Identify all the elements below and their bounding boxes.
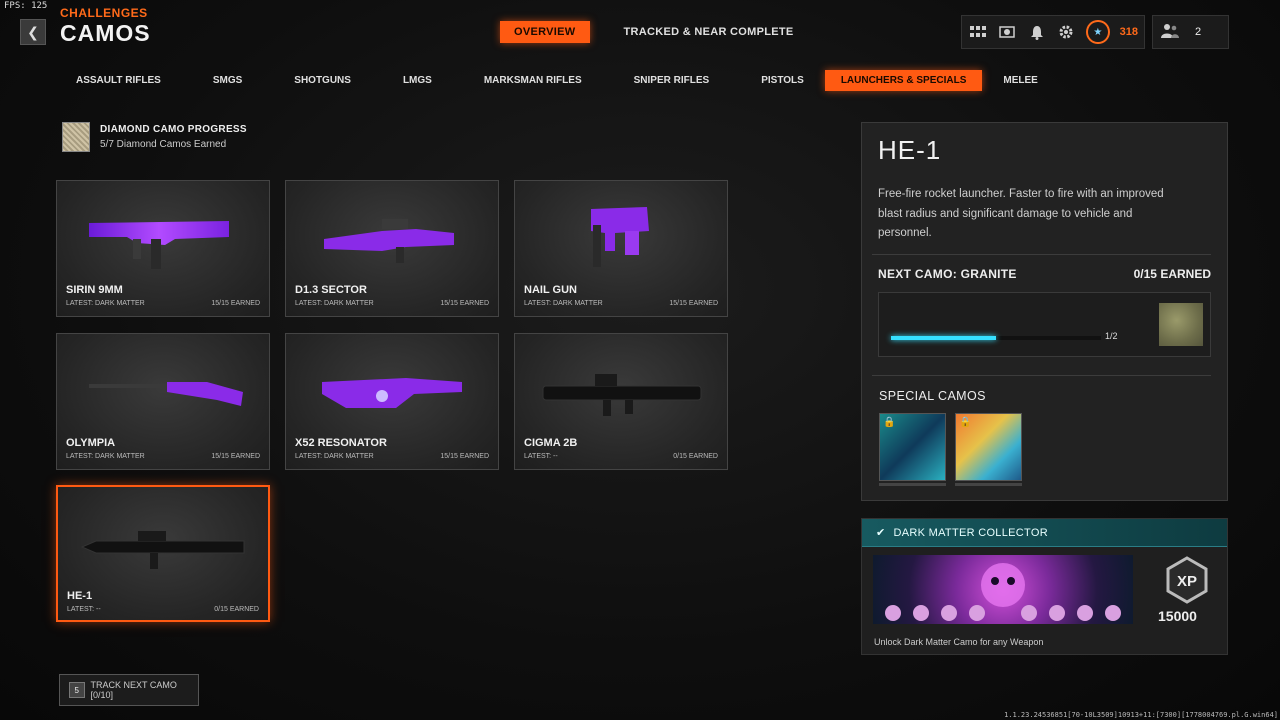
rocket-launcher-weapon-icon xyxy=(542,374,702,416)
progress-track xyxy=(891,336,1101,340)
tab-melee[interactable]: MELEE xyxy=(987,70,1053,91)
party-count: 2 xyxy=(1195,26,1202,38)
weapon-earned: 15/15 EARNED xyxy=(440,300,489,307)
shotgun-weapon-icon xyxy=(89,382,243,406)
weapon-card-d13-sector[interactable]: D1.3 SECTOR LATEST: DARK MATTER 15/15 EA… xyxy=(285,180,499,317)
weapon-card-cigma-2b[interactable]: CIGMA 2B LATEST: -- 0/15 EARNED xyxy=(514,333,728,470)
weapon-card-nail-gun[interactable]: NAIL GUN LATEST: DARK MATTER 15/15 EARNE… xyxy=(514,180,728,317)
lock-icon: 🔒 xyxy=(959,417,972,428)
xp-value: 15000 xyxy=(1158,608,1197,624)
special-camos-title: SPECIAL CAMOS xyxy=(879,389,986,403)
granite-camo-swatch xyxy=(1159,303,1203,346)
build-string: 1.1.23.24536851[70-10L3509]10913+11:[730… xyxy=(1004,711,1278,719)
weapon-earned: 15/15 EARNED xyxy=(669,300,718,307)
keybind-badge: 5 xyxy=(69,682,85,698)
weapon-card-x52-resonator[interactable]: X52 RESONATOR LATEST: DARK MATTER 15/15 … xyxy=(285,333,499,470)
rank-badge-icon[interactable]: ★ xyxy=(1086,20,1110,44)
weapon-earned: 15/15 EARNED xyxy=(211,300,260,307)
breadcrumb: CHALLENGES xyxy=(60,6,148,20)
grid-menu-icon[interactable] xyxy=(968,22,988,42)
track-next-camo-label: TRACK NEXT CAMO [0/10] xyxy=(90,680,177,700)
fps-counter: FPS: 125 xyxy=(4,1,48,11)
weapon-name: NAIL GUN xyxy=(524,284,577,296)
weapon-earned: 0/15 EARNED xyxy=(214,606,259,613)
weapon-name: D1.3 SECTOR xyxy=(295,284,367,296)
gear-icon[interactable] xyxy=(1057,22,1077,42)
rank-value: 318 xyxy=(1119,26,1139,38)
tab-launchers-specials[interactable]: LAUNCHERS & SPECIALS xyxy=(824,70,983,91)
bell-icon[interactable] xyxy=(1027,22,1047,42)
special-camo-bar xyxy=(879,483,946,486)
xp-icon: XP xyxy=(1166,556,1208,604)
tab-pistols[interactable]: PISTOLS xyxy=(745,70,820,91)
weapon-name: HE-1 xyxy=(67,590,93,602)
weapon-latest-camo: LATEST: DARK MATTER xyxy=(295,453,374,460)
weapon-earned: 15/15 EARNED xyxy=(211,453,260,460)
diamond-title: DIAMOND CAMO PROGRESS xyxy=(100,124,247,135)
checkmark-icon: ✔ xyxy=(876,527,886,539)
weapon-name: CIGMA 2B xyxy=(524,437,578,449)
special-camo-2[interactable]: 🔒 xyxy=(955,413,1022,481)
chevron-left-icon: ❮ xyxy=(27,23,39,40)
diamond-progress: DIAMOND CAMO PROGRESS 5/7 Diamond Camos … xyxy=(62,122,247,152)
progress-text: 1/2 xyxy=(1105,331,1118,341)
challenge-description: Unlock Dark Matter Camo for any Weapon xyxy=(874,637,1044,647)
detail-title: HE-1 xyxy=(878,135,942,165)
top-icon-bar: ★ 318 xyxy=(961,15,1145,49)
divider xyxy=(872,375,1211,376)
weapon-latest-camo: LATEST: DARK MATTER xyxy=(66,300,145,307)
weapon-name: X52 RESONATOR xyxy=(295,437,387,449)
weapon-latest-camo: LATEST: -- xyxy=(67,606,101,613)
challenge-panel[interactable]: ✔ DARK MATTER COLLECTOR XP 15000 Unlock … xyxy=(861,518,1228,655)
weapon-latest-camo: LATEST: DARK MATTER xyxy=(524,300,603,307)
weapon-card-he-1[interactable]: HE-1 LATEST: -- 0/15 EARNED xyxy=(56,485,270,622)
detail-description: Free-fire rocket launcher. Faster to fir… xyxy=(878,188,1164,239)
nail-gun-weapon-icon xyxy=(591,207,649,267)
next-camo-earned: 0/15 EARNED xyxy=(1133,267,1211,281)
smg-weapon-icon xyxy=(89,221,229,269)
top-tabs: OVERVIEW TRACKED & NEAR COMPLETE xyxy=(500,21,808,43)
rocket-launcher-weapon-icon xyxy=(80,531,245,569)
weapon-detail-panel: HE-1 Free-fire rocket launcher. Faster t… xyxy=(861,122,1228,501)
tab-sniper-rifles[interactable]: SNIPER RIFLES xyxy=(618,70,726,91)
tab-overview[interactable]: OVERVIEW xyxy=(500,21,590,43)
divider xyxy=(872,254,1211,255)
tab-assault-rifles[interactable]: ASSAULT RIFLES xyxy=(60,70,177,91)
lock-icon: 🔒 xyxy=(883,417,896,428)
weapon-earned: 15/15 EARNED xyxy=(440,453,489,460)
intel-icon[interactable] xyxy=(998,22,1018,42)
special-camo-bar xyxy=(955,483,1022,486)
special-camo-1[interactable]: 🔒 xyxy=(879,413,946,481)
tab-tracked[interactable]: TRACKED & NEAR COMPLETE xyxy=(610,21,808,43)
back-button[interactable]: ❮ xyxy=(20,19,46,45)
progress-fill xyxy=(891,336,996,340)
weapon-earned: 0/15 EARNED xyxy=(673,453,718,460)
weapon-card-olympia[interactable]: OLYMPIA LATEST: DARK MATTER 15/15 EARNED xyxy=(56,333,270,470)
weapon-latest-camo: LATEST: DARK MATTER xyxy=(295,300,374,307)
challenge-title: DARK MATTER COLLECTOR xyxy=(893,526,1048,539)
xp-label: XP xyxy=(1177,573,1197,590)
category-tabs: ASSAULT RIFLES SMGS SHOTGUNS LMGS MARKSM… xyxy=(60,70,1054,91)
party-icon xyxy=(1161,23,1179,42)
challenge-header: ✔ DARK MATTER COLLECTOR xyxy=(862,519,1227,547)
tab-marksman-rifles[interactable]: MARKSMAN RIFLES xyxy=(468,70,598,91)
weapon-card-sirin-9mm[interactable]: SIRIN 9MM LATEST: DARK MATTER 15/15 EARN… xyxy=(56,180,270,317)
weapon-name: SIRIN 9MM xyxy=(66,284,123,296)
party-widget[interactable]: 2 xyxy=(1152,15,1229,49)
resonator-weapon-icon xyxy=(322,378,462,408)
weapon-latest-camo: LATEST: DARK MATTER xyxy=(66,453,145,460)
weapon-latest-camo: LATEST: -- xyxy=(524,453,558,460)
camo-progress-box[interactable]: 1/2 xyxy=(878,292,1211,357)
track-next-camo-button[interactable]: 5 TRACK NEXT CAMO [0/10] xyxy=(59,674,199,706)
tab-smgs[interactable]: SMGS xyxy=(197,70,258,91)
diamond-camo-swatch xyxy=(62,122,90,152)
launcher-weapon-icon xyxy=(324,219,454,263)
diamond-subtitle: 5/7 Diamond Camos Earned xyxy=(100,139,227,150)
weapon-name: OLYMPIA xyxy=(66,437,116,449)
tab-lmgs[interactable]: LMGS xyxy=(387,70,448,91)
tab-shotguns[interactable]: SHOTGUNS xyxy=(278,70,367,91)
dark-matter-reward-image xyxy=(873,555,1133,624)
next-camo-label: NEXT CAMO: GRANITE xyxy=(878,267,1017,281)
page-title: CAMOS xyxy=(60,20,151,46)
